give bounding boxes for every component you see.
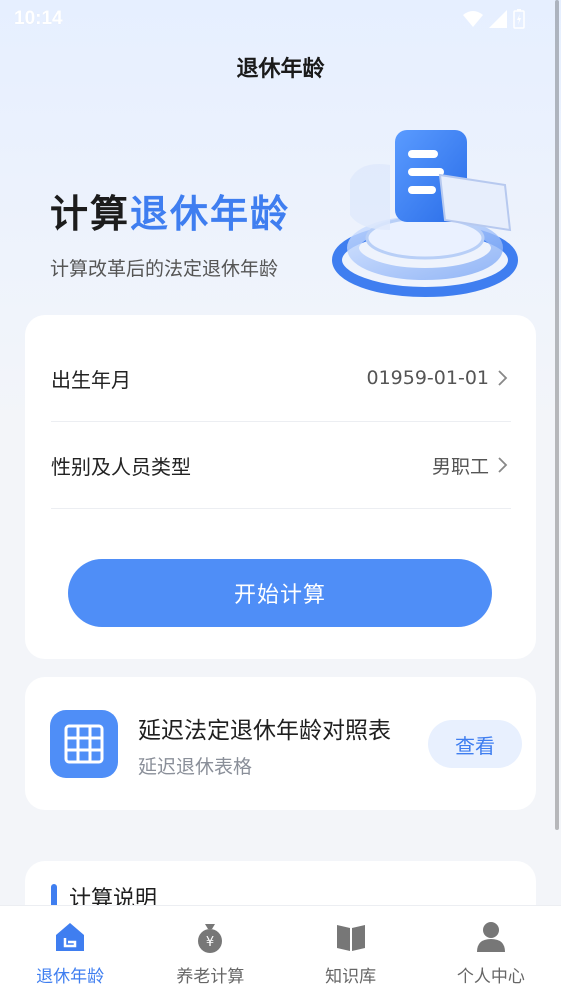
page-title: 退休年龄 <box>236 57 325 82</box>
svg-text:¥: ¥ <box>206 935 214 950</box>
status-icons <box>463 9 525 29</box>
status-bar: 10:14 <box>0 0 561 38</box>
person-type-row[interactable]: 性别及人员类型 男职工 <box>51 422 511 509</box>
birth-date-label: 出生年月 <box>51 367 131 392</box>
tab-knowledge-base[interactable]: 知识库 <box>281 906 421 1000</box>
table-card-subtitle: 延迟退休表格 <box>138 756 253 778</box>
money-bag-icon: ¥ <box>198 924 223 953</box>
view-table-button[interactable]: 查看 <box>428 720 522 768</box>
status-time: 10:14 <box>14 8 63 29</box>
person-type-value: 男职工 <box>431 455 489 478</box>
tab-profile-label: 个人中心 <box>456 967 525 987</box>
calculator-form-card: 出生年月 01959-01-01 性别及人员类型 男职工 开始计算 <box>25 315 536 659</box>
chevron-right-icon <box>498 370 508 386</box>
wifi-icon <box>463 11 483 27</box>
tab-retirement-age-label: 退休年龄 <box>36 967 105 987</box>
tab-pension-calc-label: 养老计算 <box>176 967 245 987</box>
bottom-tab-bar: 退休年龄 ¥ 养老计算 知识库 个人中心 <box>0 905 561 1000</box>
person-icon <box>476 922 505 952</box>
hero-title-plain: 计算 <box>50 192 131 236</box>
person-type-label: 性别及人员类型 <box>51 454 191 479</box>
retirement-table-card[interactable]: 延迟法定退休年龄对照表 延迟退休表格 查看 <box>25 677 536 810</box>
battery-icon <box>513 9 525 29</box>
start-calculation-button[interactable]: 开始计算 <box>68 559 492 627</box>
app-header: 退休年龄 <box>0 50 561 90</box>
birth-date-row[interactable]: 出生年月 01959-01-01 <box>51 335 511 422</box>
scrollbar[interactable] <box>555 0 559 830</box>
birth-date-value: 01959-01-01 <box>366 367 489 389</box>
person-type-value-group: 男职工 <box>432 452 511 479</box>
signal-icon <box>489 10 507 28</box>
hero-subtitle: 计算改革后的法定退休年龄 <box>50 258 279 280</box>
tab-knowledge-base-label: 知识库 <box>325 967 377 987</box>
hero-heading: 计算退休年龄 <box>50 186 290 242</box>
hero-title: 计算退休年龄 <box>50 186 290 242</box>
birth-date-value-group: 01959-01-01 <box>366 367 511 389</box>
table-card-title: 延迟法定退休年龄对照表 <box>138 718 391 744</box>
tab-pension-calc[interactable]: ¥ 养老计算 <box>140 906 280 1000</box>
chevron-right-icon <box>498 457 508 473</box>
document-illustration-icon <box>332 130 518 297</box>
book-icon <box>336 925 365 951</box>
hero-title-accent: 退休年龄 <box>130 192 291 236</box>
home-icon <box>56 923 85 951</box>
tab-profile[interactable]: 个人中心 <box>421 906 561 1000</box>
tab-retirement-age[interactable]: 退休年龄 <box>0 906 140 1000</box>
table-grid-icon <box>50 710 118 778</box>
